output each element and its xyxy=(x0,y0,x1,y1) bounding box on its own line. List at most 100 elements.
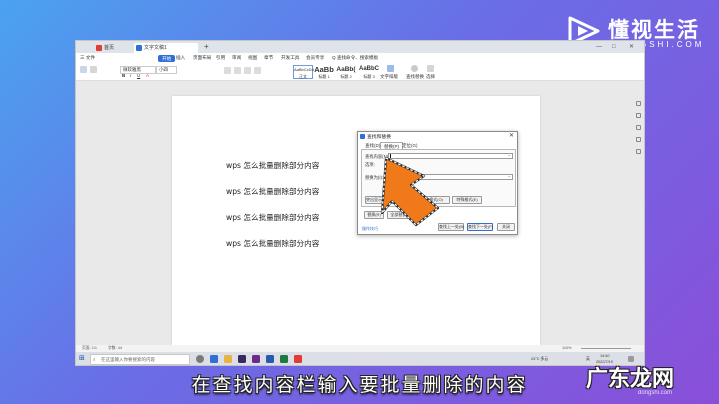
taskbar-search-input[interactable]: ⌕ 在这里输入你要搜索的内容 xyxy=(90,354,190,365)
highlight-button[interactable]: 突出显示查找内容(R) xyxy=(365,196,404,204)
find-input[interactable]: ⌄ xyxy=(388,152,513,159)
style-body-preview: AaBbCcDd xyxy=(294,67,314,72)
explorer-icon[interactable] xyxy=(224,355,232,363)
status-bar: 页面: 1/1 字数: 44 110% xyxy=(76,345,644,352)
replace-button[interactable]: 替换(R) xyxy=(364,211,384,219)
watermark-text: 广东龙网 xyxy=(586,367,675,392)
menu-insert[interactable]: 插入 xyxy=(176,53,185,63)
justify-icon[interactable] xyxy=(254,67,261,74)
watermark-url: dongshi.com xyxy=(638,390,673,396)
format-painter-icon[interactable] xyxy=(90,66,97,73)
style-body-label: 正文 xyxy=(299,74,307,79)
side-share-icon[interactable] xyxy=(636,149,641,154)
windows-start-icon[interactable]: ⊞ xyxy=(79,355,85,362)
text-caret xyxy=(390,154,391,158)
replace-dropdown-icon[interactable]: ⌄ xyxy=(508,173,511,178)
select-icon[interactable] xyxy=(427,65,434,72)
style-body[interactable]: AaBbCcDd 正文 xyxy=(293,65,314,79)
underline-button[interactable]: U xyxy=(137,73,140,79)
style-heading-3-preview: AaBbC xyxy=(358,66,379,72)
text-layout-label[interactable]: 文字排版 xyxy=(380,74,398,80)
bold-button[interactable]: B xyxy=(122,73,125,79)
format-button[interactable]: 格式(O) xyxy=(422,196,450,204)
app-icon[interactable] xyxy=(252,355,260,363)
menu-file[interactable]: 三 文件 xyxy=(80,53,95,63)
replace-all-button[interactable]: 全部替换(A) xyxy=(387,211,415,219)
wps-taskbar-icon[interactable] xyxy=(294,355,302,363)
tips-link[interactable]: 操作技巧 xyxy=(362,226,378,232)
menu-view[interactable]: 视图 xyxy=(248,53,257,63)
weather-label[interactable]: 24°C 多云 xyxy=(531,357,548,362)
font-color-button[interactable]: A xyxy=(146,73,149,79)
find-replace-label[interactable]: 查找替换 xyxy=(406,74,424,80)
paragraph-3[interactable]: wps 怎么批量删除部分内容 xyxy=(226,212,319,223)
screen: 首页 文字文稿1 + — □ ✕ 三 文件 开始 插入 页面布局 引用 审阅 视… xyxy=(75,40,645,366)
paragraph-1[interactable]: wps 怎么批量删除部分内容 xyxy=(226,160,319,171)
text-layout-icon[interactable] xyxy=(387,65,394,72)
paste-icon[interactable] xyxy=(80,66,87,73)
dialog-title: 查找和替换 xyxy=(367,135,391,140)
find-next-button[interactable]: 查找下一处(F) xyxy=(467,223,493,231)
menu-start[interactable]: 开始 xyxy=(158,54,176,62)
font-size-select[interactable]: 小四 xyxy=(156,66,177,74)
align-left-icon[interactable] xyxy=(224,67,231,74)
options-label: 选项: xyxy=(365,162,375,167)
page-count: 页面: 1/1 xyxy=(82,346,97,350)
menu-chapter[interactable]: 章节 xyxy=(264,53,273,63)
replace-label: 替换为(I): xyxy=(365,175,384,180)
find-replace-dialog: 查找和替换 ✕ 查找(D) 替换(P) 定位(G) 查找内容(N): ⌄ 选项:… xyxy=(357,131,518,235)
menu-bar: 三 文件 开始 插入 页面布局 引用 审阅 视图 章节 开发工具 会员专享 Q … xyxy=(76,53,644,63)
side-panel-icon[interactable] xyxy=(636,101,641,106)
close-window-button[interactable]: ✕ xyxy=(629,42,634,52)
dialog-close-icon[interactable]: ✕ xyxy=(509,132,514,139)
style-heading-2-label: 标题 2 xyxy=(340,74,352,79)
new-tab-button[interactable]: + xyxy=(204,41,209,53)
menu-page-layout[interactable]: 页面布局 xyxy=(193,53,211,63)
paragraph-4[interactable]: wps 怎么批量删除部分内容 xyxy=(226,238,319,249)
special-format-button[interactable]: 特殊格式(E) xyxy=(452,196,482,204)
clock-time[interactable]: 14:40 xyxy=(600,354,610,358)
replace-input[interactable]: ⌄ xyxy=(388,173,513,180)
style-heading-2-preview: AaBb( xyxy=(336,66,356,73)
style-heading-2[interactable]: AaBb( 标题 2 xyxy=(335,65,357,79)
find-label: 查找内容(N): xyxy=(365,154,390,159)
side-shape-icon[interactable] xyxy=(636,125,641,130)
close-button[interactable]: 关闭 xyxy=(497,223,515,231)
menu-review[interactable]: 审阅 xyxy=(232,53,241,63)
dialog-app-icon xyxy=(360,134,365,139)
style-heading-1-label: 标题 1 xyxy=(318,74,330,79)
browser-tab-bar: 首页 文字文稿1 + — □ ✕ xyxy=(76,41,644,53)
document-icon xyxy=(136,45,142,51)
side-settings-icon[interactable] xyxy=(636,137,641,142)
tab-document[interactable]: 文字文稿1 xyxy=(134,43,198,53)
minimize-button[interactable]: — xyxy=(596,42,602,52)
menu-reference[interactable]: 引用 xyxy=(216,53,225,63)
style-heading-3[interactable]: AaBbC 标题 3 xyxy=(358,65,380,79)
find-dropdown-icon[interactable]: ⌄ xyxy=(508,152,511,157)
side-style-icon[interactable] xyxy=(636,113,641,118)
style-heading-1[interactable]: AaBb 标题 1 xyxy=(314,65,334,79)
italic-button[interactable]: I xyxy=(130,73,131,79)
edge-icon[interactable] xyxy=(210,355,218,363)
excel-icon[interactable] xyxy=(280,355,288,363)
zoom-slider[interactable] xyxy=(581,348,631,349)
taskbar-search-placeholder: 在这里输入你要搜索的内容 xyxy=(101,357,155,362)
zoom-level[interactable]: 110% xyxy=(562,345,571,352)
paragraph-2[interactable]: wps 怎么批量删除部分内容 xyxy=(226,186,319,197)
tab-goto[interactable]: 定位(G) xyxy=(399,142,421,149)
align-right-icon[interactable] xyxy=(244,67,251,74)
menu-member[interactable]: 会员专享 xyxy=(306,53,324,63)
task-view-icon[interactable] xyxy=(196,355,204,363)
find-previous-button[interactable]: 查找上一处(B) xyxy=(438,223,464,231)
command-search[interactable]: Q 查找命令、搜索模板 xyxy=(332,53,378,63)
align-center-icon[interactable] xyxy=(234,67,241,74)
replace-panel: 查找内容(N): ⌄ 选项: 替换为(I): ⌄ 突出显示查找内容(R) 格式(… xyxy=(361,149,516,207)
maximize-button[interactable]: □ xyxy=(612,42,616,52)
style-heading-3-label: 标题 3 xyxy=(363,74,375,79)
menu-dev-tools[interactable]: 开发工具 xyxy=(281,53,299,63)
select-label[interactable]: 选择 xyxy=(426,74,435,80)
tab-home[interactable]: 首页 xyxy=(94,43,128,53)
word-icon[interactable] xyxy=(266,355,274,363)
premiere-icon[interactable] xyxy=(238,355,246,363)
find-replace-icon[interactable] xyxy=(411,65,418,72)
